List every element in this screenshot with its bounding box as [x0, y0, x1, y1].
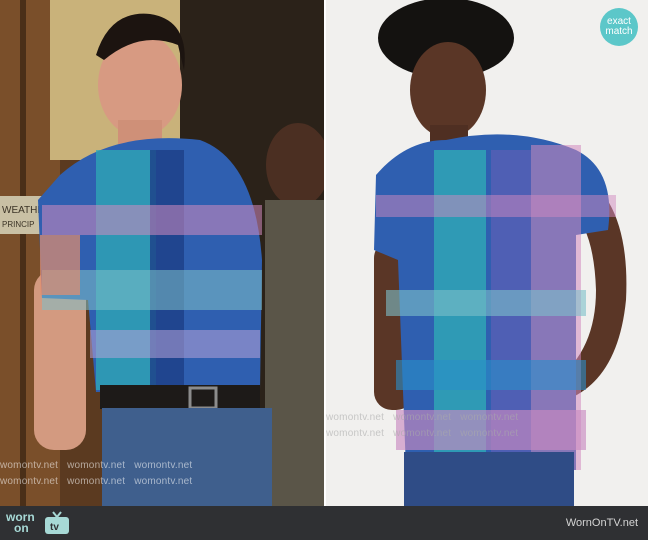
exact-match-badge: exact match: [600, 8, 638, 46]
left-watermark-row-2: womontv.net womontv.net womontv.net: [0, 476, 193, 487]
logo-word-on: on: [14, 521, 29, 535]
right-photo: exact match womontv.net womontv.net womo…: [326, 0, 648, 506]
right-watermark-row-1: womontv.net womontv.net womontv.net: [326, 412, 519, 423]
wornontv-logo[interactable]: worn on tv: [6, 510, 84, 536]
footer-bar: worn on tv WornOnTV.net: [0, 506, 648, 540]
badge-line-2: match: [605, 26, 633, 37]
tv-icon: tv: [45, 511, 69, 534]
logo-word-tv: tv: [50, 522, 59, 533]
site-name[interactable]: WornOnTV.net: [566, 517, 638, 529]
left-watermark-row-1: womontv.net womontv.net womontv.net: [0, 460, 193, 471]
door-sign-line-1: WEATHE: [2, 205, 44, 216]
left-photo: WEATHE PRINCIP womontv.net womontv.net w…: [0, 0, 324, 506]
right-watermark-row-2: womontv.net womontv.net womontv.net: [326, 428, 519, 439]
door-sign-line-2: PRINCIP: [2, 220, 34, 229]
left-scene: WEATHE PRINCIP: [0, 0, 324, 506]
